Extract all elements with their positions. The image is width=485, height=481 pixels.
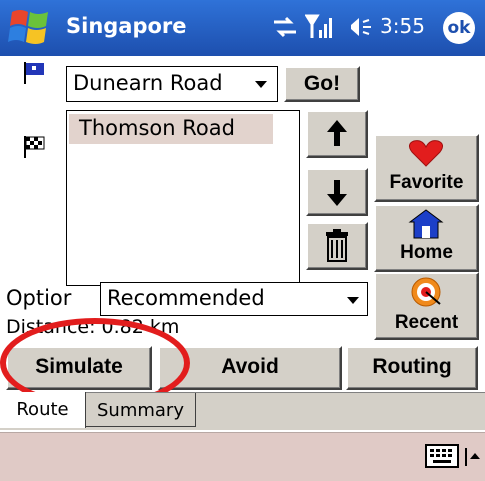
tab-route-label: Route [16,399,69,420]
destination-list[interactable]: Thomson Road [66,110,300,286]
heart-icon [408,140,444,167]
move-up-button[interactable] [306,110,368,158]
list-item[interactable]: Thomson Road [69,114,273,144]
target-icon [411,277,441,307]
tab-summary[interactable]: Summary [86,393,196,427]
keyboard-icon[interactable] [425,444,459,468]
route-option-value: Recommended [107,286,265,310]
start-flag-icon [24,62,44,84]
recent-button[interactable]: Recent [374,272,479,340]
windows-start-icon[interactable] [6,6,54,50]
routing-button[interactable]: Routing [346,346,478,390]
delete-button[interactable] [306,222,368,270]
avoid-button[interactable]: Avoid [158,346,342,390]
avoid-label: Avoid [221,355,279,378]
route-option-select[interactable]: Recommended [100,282,368,316]
favorite-button[interactable]: Favorite [374,134,479,202]
finish-flag-icon [24,136,45,158]
routing-label: Routing [372,355,452,378]
signal-icon[interactable] [305,12,333,42]
chevron-down-icon [347,297,359,304]
volume-icon[interactable] [345,14,375,40]
simulate-button[interactable]: Simulate [6,346,152,390]
arrow-up-icon [327,120,347,146]
favorite-label: Favorite [389,172,464,193]
home-icon [408,209,444,239]
home-label: Home [400,242,453,263]
recent-label: Recent [394,312,459,333]
go-button[interactable]: Go! [284,66,360,102]
go-button-label: Go! [303,72,341,95]
chevron-up-icon[interactable] [465,448,481,466]
home-button[interactable]: Home [374,204,479,272]
connectivity-icon[interactable] [270,14,300,40]
menu-bar [0,432,485,481]
app-title: Singapore [66,14,187,38]
clock: 3:55 [380,14,425,38]
start-location-select[interactable]: Dunearn Road [66,66,278,102]
move-down-button[interactable] [306,168,368,216]
start-location-value: Dunearn Road [73,71,223,95]
tab-summary-label: Summary [97,400,184,421]
ok-button[interactable]: ok [443,12,475,44]
simulate-label: Simulate [35,355,123,378]
chevron-down-icon [255,81,267,88]
tab-route[interactable]: Route [0,392,86,428]
distance-text: Distance: 0.82 km [6,316,180,338]
arrow-down-icon [327,180,347,206]
list-item-label: Thomson Road [79,116,235,140]
trash-icon [326,229,348,262]
option-label: Optior [6,286,72,310]
